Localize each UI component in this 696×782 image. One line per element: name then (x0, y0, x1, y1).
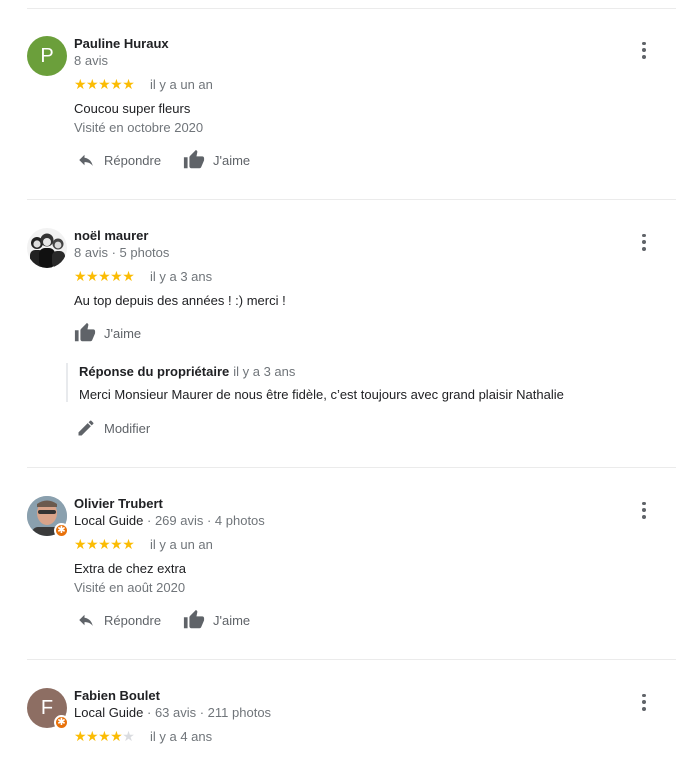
reviewer-meta: Local Guide · 63 avis · 211 photos (74, 705, 271, 720)
star-rating: ★★★★★ (74, 76, 135, 92)
local-guide-label: Local Guide (74, 705, 144, 720)
owner-reply: Réponse du propriétaire il y a 3 ans Merc… (66, 363, 564, 402)
reviewer-name[interactable]: Fabien Boulet (74, 688, 160, 703)
star-icon: ★★★★★ (74, 536, 135, 552)
dot-icon (642, 240, 646, 244)
like-button[interactable]: J'aime (183, 609, 250, 631)
star-icon: ★★★★ (74, 728, 123, 744)
star-rating: ★★★★★ (74, 536, 135, 552)
like-button[interactable]: J'aime (183, 149, 250, 171)
review-text: Au top depuis des années ! :) merci ! (74, 293, 286, 308)
review-date: il y a 4 ans (150, 729, 213, 744)
reply-label: Répondre (104, 612, 162, 628)
review-date: il y a 3 ans (150, 269, 213, 284)
dot-icon (642, 693, 646, 698)
avatar[interactable] (27, 228, 67, 268)
dot-icon (642, 54, 646, 59)
dot-icon (642, 501, 646, 506)
star-icon: ★★★★★ (74, 76, 135, 92)
edit-label: Modifier (104, 420, 151, 436)
divider (27, 199, 676, 200)
local-guide-badge-icon: ✱ (54, 523, 69, 538)
avatar[interactable]: ✱ (27, 496, 69, 538)
visit-date: Visité en août 2020 (74, 580, 186, 595)
local-guide-label: Local Guide (74, 513, 144, 528)
more-options-button[interactable] (636, 40, 652, 60)
pencil-icon (78, 420, 94, 436)
reviewer-stats: · 269 avis · 4 photos (143, 513, 265, 528)
avatar[interactable]: F ✱ (27, 688, 69, 730)
reviewer-meta: Local Guide · 269 avis · 4 photos (74, 513, 265, 528)
review-text: Coucou super fleurs (74, 101, 191, 116)
reply-button[interactable]: Répondre (76, 151, 161, 169)
visit-date: Visité en octobre 2020 (74, 120, 204, 135)
owner-reply-title: Réponse du propriétaire (79, 364, 230, 379)
more-options-button[interactable] (636, 500, 652, 520)
dot-icon (642, 233, 646, 238)
star-rating: ★★★★★ (74, 728, 135, 744)
dot-icon (642, 41, 646, 46)
like-label: J'aime (104, 325, 142, 341)
owner-reply-text: Merci Monsieur Maurer de nous être fidèl… (79, 387, 564, 402)
reply-icon (79, 614, 93, 626)
dot-icon (642, 700, 646, 704)
divider (27, 467, 676, 468)
avatar-photo (27, 228, 67, 268)
divider (27, 659, 676, 660)
thumb-up-icon (74, 322, 96, 342)
star-rating: ★★★★★ (74, 268, 135, 284)
avatar-letter: F (40, 696, 54, 719)
reply-label: Répondre (104, 152, 162, 168)
more-options-button[interactable] (636, 692, 652, 712)
like-label: J'aime (213, 152, 251, 168)
reviewer-meta: 8 avis · 5 photos (74, 245, 170, 260)
star-icon: ★★★★★ (74, 268, 135, 284)
dot-icon (642, 706, 646, 711)
local-guide-badge-icon: ✱ (54, 715, 69, 730)
reviewer-name[interactable]: noël maurer (74, 228, 148, 243)
review-text: Extra de chez extra (74, 561, 186, 576)
review-date: il y a un an (150, 537, 213, 552)
owner-reply-date: il y a 3 ans (233, 364, 296, 379)
avatar[interactable]: P (27, 36, 67, 76)
more-options-button[interactable] (636, 232, 652, 252)
star-empty-icon: ★ (122, 728, 135, 744)
thumb-up-icon (183, 609, 205, 629)
divider (27, 8, 676, 9)
thumb-up-icon (183, 149, 205, 169)
like-label: J'aime (213, 612, 251, 628)
people-photo-icon (27, 228, 67, 268)
reviewer-name[interactable]: Olivier Trubert (74, 496, 163, 511)
like-button[interactable]: J'aime (74, 322, 141, 344)
dot-icon (642, 48, 646, 52)
reviewer-meta: 8 avis (74, 53, 108, 68)
reviewer-stats: · 63 avis · 211 photos (143, 705, 272, 720)
dot-icon (642, 514, 646, 519)
edit-button[interactable]: Modifier (76, 418, 150, 438)
reply-icon (79, 154, 93, 166)
dot-icon (642, 246, 646, 251)
dot-icon (642, 508, 646, 512)
review-date: il y a un an (150, 77, 213, 92)
reviewer-name[interactable]: Pauline Huraux (74, 36, 169, 51)
reply-button[interactable]: Répondre (76, 611, 161, 629)
avatar-letter: P (40, 44, 54, 67)
